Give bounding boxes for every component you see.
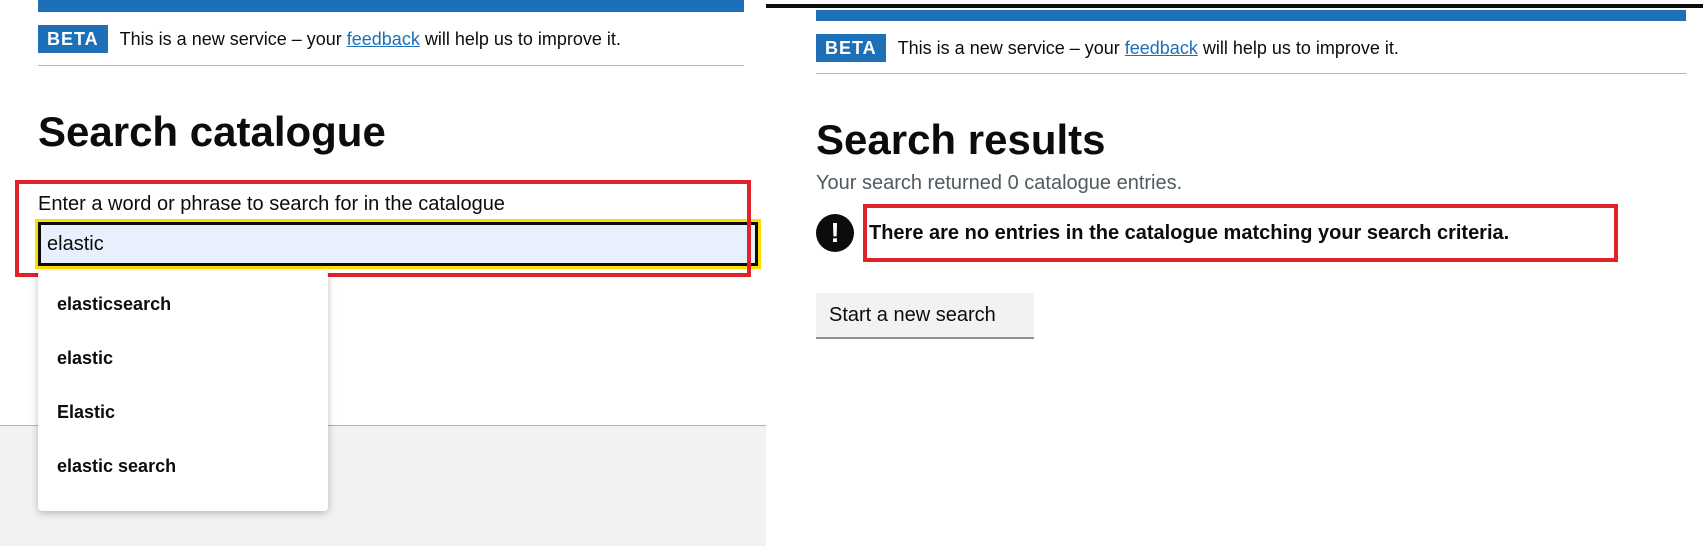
window-top-border bbox=[766, 4, 1703, 8]
phase-banner-text-before: This is a new service – your bbox=[897, 38, 1125, 58]
header-blue-bar bbox=[38, 0, 744, 12]
search-catalogue-panel: BETA This is a new service – your feedba… bbox=[0, 0, 766, 546]
autocomplete-suggestions: elasticsearch elastic Elastic elastic se… bbox=[38, 271, 328, 511]
feedback-link[interactable]: feedback bbox=[1125, 38, 1198, 58]
phase-banner-text-after: will help us to improve it. bbox=[1197, 38, 1399, 58]
search-label: Enter a word or phrase to search for in … bbox=[38, 193, 505, 215]
no-results-warning: ! There are no entries in the catalogue … bbox=[816, 214, 1509, 252]
feedback-link[interactable]: feedback bbox=[347, 29, 420, 49]
phase-banner-text: This is a new service – your feedback wi… bbox=[120, 29, 621, 49]
phase-banner: BETA This is a new service – your feedba… bbox=[816, 34, 1399, 62]
beta-tag: BETA bbox=[816, 34, 886, 62]
page-title: Search results bbox=[816, 116, 1106, 163]
suggestion-item[interactable]: Elastic bbox=[38, 385, 328, 439]
suggestion-item[interactable]: elastic bbox=[38, 331, 328, 385]
phase-banner-divider bbox=[816, 73, 1686, 74]
phase-banner-text-before: This is a new service – your bbox=[119, 29, 347, 49]
search-results-panel: BETA This is a new service – your feedba… bbox=[766, 0, 1703, 546]
search-input[interactable] bbox=[35, 219, 761, 269]
warning-text: There are no entries in the catalogue ma… bbox=[869, 221, 1510, 244]
phase-banner-text: This is a new service – your feedback wi… bbox=[898, 38, 1399, 58]
result-summary: Your search returned 0 catalogue entries… bbox=[816, 172, 1183, 194]
header-blue-bar bbox=[816, 10, 1686, 21]
suggestion-item[interactable]: elastic search bbox=[38, 439, 328, 493]
phase-banner: BETA This is a new service – your feedba… bbox=[38, 25, 621, 53]
phase-banner-text-after: will help us to improve it. bbox=[419, 29, 621, 49]
page-title: Search catalogue bbox=[38, 108, 386, 155]
start-new-search-button[interactable]: Start a new search bbox=[816, 293, 1034, 337]
exclamation-icon: ! bbox=[816, 214, 854, 252]
phase-banner-divider bbox=[38, 65, 744, 66]
beta-tag: BETA bbox=[38, 25, 108, 53]
suggestion-item[interactable]: elasticsearch bbox=[38, 277, 328, 331]
